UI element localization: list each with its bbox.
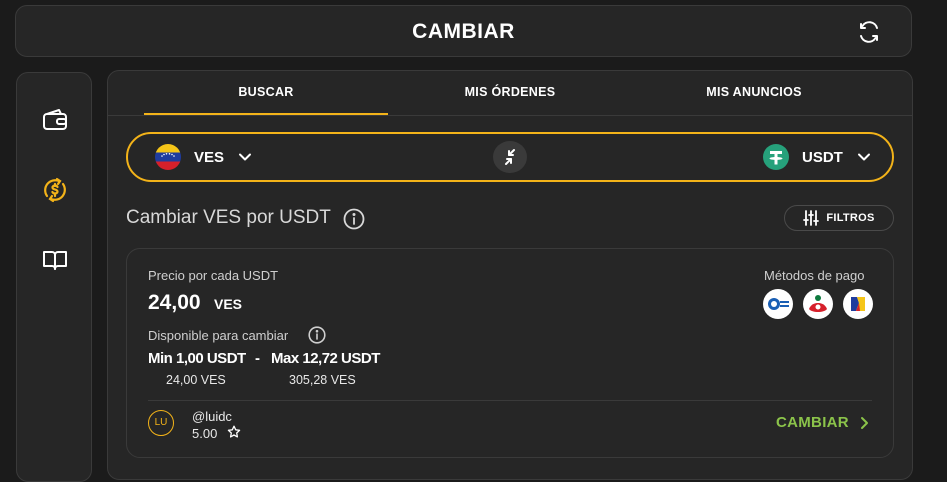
min-amount: Min 1,00 USDT xyxy=(148,350,246,367)
tab-mis-ordenes[interactable]: MIS ÓRDENES xyxy=(388,71,632,113)
info-icon[interactable] xyxy=(343,208,365,230)
price-label: Precio por cada USDT xyxy=(148,268,279,283)
payment-methods-label: Métodos de pago xyxy=(764,268,865,283)
chevron-down-icon xyxy=(857,153,870,161)
wallet-icon[interactable] xyxy=(41,106,69,134)
chevron-right-icon xyxy=(860,416,868,429)
exchange-button-label: CAMBIAR xyxy=(776,414,849,431)
card-divider xyxy=(148,400,872,401)
available-label: Disponible para cambiar xyxy=(148,328,289,343)
from-currency-select[interactable]: VES xyxy=(154,134,252,180)
avatar[interactable]: LU xyxy=(148,410,174,436)
swap-button[interactable] xyxy=(493,141,527,173)
range-separator: - xyxy=(255,350,260,367)
tab-buscar[interactable]: BUSCAR xyxy=(144,71,388,115)
to-currency-code: USDT xyxy=(802,148,843,166)
bank-icon xyxy=(843,289,873,319)
offer-card: Precio por cada USDT 24,00 VES Disponibl… xyxy=(126,248,894,458)
tab-mis-anuncios[interactable]: MIS ANUNCIOS xyxy=(632,71,876,113)
tether-icon xyxy=(763,144,789,170)
max-amount: Max 12,72 USDT xyxy=(271,350,380,367)
to-currency-select[interactable]: USDT xyxy=(762,134,871,180)
exchange-button[interactable]: CAMBIAR xyxy=(776,414,869,431)
sidebar xyxy=(16,72,92,482)
bank-icon xyxy=(763,289,793,319)
section-heading: Cambiar VES por USDT xyxy=(126,207,331,228)
page-title: CAMBIAR xyxy=(412,20,515,43)
username[interactable]: @luidc xyxy=(192,409,232,424)
filters-button[interactable]: FILTROS xyxy=(784,205,894,231)
max-ves: 305,28 VES xyxy=(289,373,356,387)
from-currency-code: VES xyxy=(194,148,225,166)
chevron-down-icon xyxy=(239,153,252,161)
tab-bar: BUSCAR MIS ÓRDENES MIS ANUNCIOS xyxy=(108,71,912,116)
price-value: 24,00 xyxy=(148,291,201,314)
header-bar: CAMBIAR xyxy=(15,5,912,57)
price-unit: VES xyxy=(214,296,243,312)
refresh-icon[interactable] xyxy=(857,20,881,44)
user-rating: 5.00 xyxy=(192,426,218,441)
exchange-dollar-icon[interactable] xyxy=(41,176,69,204)
filters-label: FILTROS xyxy=(826,212,875,224)
book-icon[interactable] xyxy=(41,246,69,274)
sliders-icon xyxy=(803,210,820,226)
star-icon xyxy=(227,425,241,438)
currency-pair-selector: VES USDT xyxy=(126,132,894,182)
info-icon[interactable] xyxy=(308,326,326,344)
swap-arrows-icon xyxy=(505,149,515,165)
min-ves: 24,00 VES xyxy=(166,373,226,387)
bank-icon xyxy=(803,289,833,319)
venezuela-flag-icon xyxy=(155,144,181,170)
main-panel: BUSCAR MIS ÓRDENES MIS ANUNCIOS VES USDT… xyxy=(107,70,913,480)
